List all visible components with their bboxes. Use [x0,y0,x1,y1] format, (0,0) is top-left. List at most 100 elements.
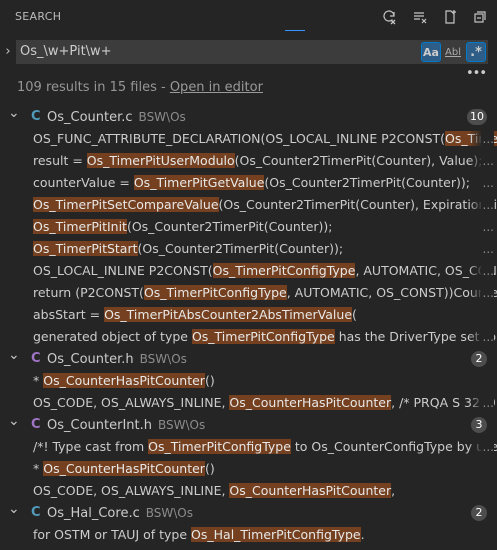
truncation-ellipsis: ... [480,194,494,216]
c-file-icon: C [31,109,41,124]
match-row[interactable]: counterValue = Os_TimerPitGetValue(Os_Co… [0,172,497,194]
truncation-ellipsis: ... [480,150,494,172]
match-text: generated object of type Os_TimerPitConf… [33,326,497,348]
clear-all-icon [414,12,427,24]
c-file-icon: C [31,505,41,520]
match-highlight: Os_TimerPitConfigType [212,263,356,278]
match-text: /*! Type cast from Os_TimerPitConfigType… [33,436,497,458]
match-text: * Os_CounterHasPitCounter() [33,458,497,480]
file-result-row[interactable]: ⌄ C Os_CounterInt.h BSW\Os 3 [0,414,497,436]
new-file-icon [445,10,456,24]
match-text: OS_FUNC_ATTRIBUTE_DECLARATION(OS_LOCAL_I… [33,128,497,150]
collapse-all-button[interactable] [469,6,491,28]
match-highlight: Os_TimerPitUserModulo [86,153,235,168]
match-highlight: Os_TimerPitAbsCounter2AbsTimerValue [104,307,353,322]
file-path: BSW\Os [138,110,186,124]
match-row[interactable]: * Os_CounterHasPitCounter() [0,458,497,480]
file-name: Os_Hal_Core.c BSW\Os [47,506,193,521]
c-file-icon: C [31,351,41,366]
match-row[interactable]: /*! Type cast from Os_TimerPitConfigType… [0,436,497,458]
results-tree: ⌄ C Os_Counter.c BSW\Os 10 OS_FUNC_ATTRIBUTE_… [0,106,497,546]
file-result-row[interactable]: ⌄ C Os_Hal_Core.c BSW\Os 2 [0,502,497,524]
match-count-badge: 2 [471,505,487,521]
truncation-ellipsis: ... [480,326,494,348]
match-count-badge: 10 [467,109,487,125]
toggle-replace-button[interactable]: › [2,44,14,60]
match-context: . [360,527,365,542]
match-row[interactable]: * Os_CounterHasPitCounter() [0,370,497,392]
match-context: (Os_Counter2TimerPit(Counter)); [126,219,333,234]
match-highlight: Os_TimerPitConfigType [148,439,291,454]
match-text: Os_TimerPitStart(Os_Counter2TimerPit(Cou… [33,238,497,260]
match-row[interactable]: generated object of type Os_TimerPitConf… [0,326,497,348]
match-context: absStart = [33,307,105,322]
chevron-down-icon[interactable]: ⌄ [8,106,20,124]
truncation-ellipsis: ... [480,392,494,414]
match-text: absStart = Os_TimerPitAbsCounter2AbsTime… [33,304,497,326]
match-highlight: Os_TimerPitStart [33,241,138,256]
match-case-toggle[interactable]: Aa [421,42,441,62]
match-count-badge: 3 [471,417,487,433]
match-context: * [33,461,44,476]
file-result-row[interactable]: ⌄ C Os_Counter.h BSW\Os 2 [0,348,497,370]
match-context: for OSTM or TAUJ of type [33,527,192,542]
match-row[interactable]: OS_CODE, OS_ALWAYS_INLINE, Os_CounterHas… [0,392,497,414]
c-file-icon: C [31,417,41,432]
match-highlight: Os_CounterHasPitCounter [43,461,205,476]
file-name: Os_Counter.c BSW\Os [47,110,186,125]
match-context: , AUTOMATIC, OS_CONST))Counter; [286,285,497,300]
search-row: › Os_\w+Pit\w+ Aa Abl .* [0,38,497,66]
file-name: Os_Counter.h BSW\Os [47,352,187,367]
chevron-down-icon[interactable]: ⌄ [8,414,20,432]
clear-results-button[interactable] [409,6,431,28]
open-in-editor-link[interactable]: Open in editor [170,80,263,95]
match-highlight: Os_TimerPitInit [33,219,127,234]
match-row[interactable]: OS_LOCAL_INLINE P2CONST(Os_TimerPitConfi… [0,260,497,282]
match-row[interactable]: OS_CODE, OS_ALWAYS_INLINE, Os_CounterHas… [0,480,497,502]
match-context: result = [33,153,87,168]
match-row[interactable]: Os_TimerPitSetCompareValue(Os_Counter2Ti… [0,194,497,216]
match-row[interactable]: return (P2CONST(Os_TimerPitConfigType, A… [0,282,497,304]
file-result-row[interactable]: ⌄ C Os_Counter.c BSW\Os 10 [0,106,497,128]
refresh-button[interactable] [379,6,401,28]
truncation-ellipsis: ... [480,128,494,150]
search-input[interactable]: Os_\w+Pit\w+ Aa Abl .* [16,40,488,64]
new-search-editor-button[interactable] [439,6,461,28]
collapse-all-icon [474,11,486,23]
match-row[interactable]: absStart = Os_TimerPitAbsCounter2AbsTime… [0,304,497,326]
file-path: BSW\Os [145,506,193,520]
match-row[interactable]: Os_TimerPitInit(Os_Counter2TimerPit(Coun… [0,216,497,238]
match-row[interactable]: OS_FUNC_ATTRIBUTE_DECLARATION(OS_LOCAL_I… [0,128,497,150]
match-context: OS_LOCAL_INLINE P2CONST( [33,263,213,278]
chevron-down-icon[interactable]: ⌄ [8,348,20,366]
match-context: OS_CODE, OS_ALWAYS_INLINE, [33,395,230,410]
file-path: BSW\Os [139,352,187,366]
match-text: for OSTM or TAUJ of type Os_Hal_TimerPit… [33,524,497,546]
match-highlight: Os_CounterHasPitCounter [43,373,205,388]
match-text: counterValue = Os_TimerPitGetValue(Os_Co… [33,172,497,194]
truncation-ellipsis: ... [480,260,494,282]
match-context: () [204,461,215,476]
match-highlight: Os_TimerPitGetValue [133,175,265,190]
match-row[interactable]: for OSTM or TAUJ of type Os_Hal_TimerPit… [0,524,497,546]
file-name: Os_CounterInt.h BSW\Os [47,418,206,433]
match-context: OS_CODE, OS_ALWAYS_INLINE, [33,483,230,498]
match-context: () [204,373,215,388]
match-context: , [391,483,396,498]
truncation-ellipsis: ... [480,238,494,260]
chevron-right-icon: › [5,44,11,59]
view-title: SEARCH [15,10,62,23]
truncation-ellipsis: ... [480,282,494,304]
match-highlight: Os_TimerPitConfigType [191,329,335,344]
regex-toggle[interactable]: .* [466,42,486,62]
whole-word-toggle[interactable]: Abl [443,42,463,62]
more-options-icon[interactable]: ••• [466,66,487,81]
search-view-header: SEARCH [0,0,497,33]
match-row[interactable]: result = Os_TimerPitUserModulo(Os_Counte… [0,150,497,172]
match-highlight: Os_CounterHasPitCounter [229,395,392,410]
chevron-down-icon[interactable]: ⌄ [8,502,20,520]
match-context: OS_FUNC_ATTRIBUTE_DECLARATION(OS_LOCAL_I… [33,131,446,146]
match-text: OS_CODE, OS_ALWAYS_INLINE, Os_CounterHas… [33,392,497,414]
match-highlight: Os_CounterHasPitCounter [229,483,392,498]
match-row[interactable]: Os_TimerPitStart(Os_Counter2TimerPit(Cou… [0,238,497,260]
